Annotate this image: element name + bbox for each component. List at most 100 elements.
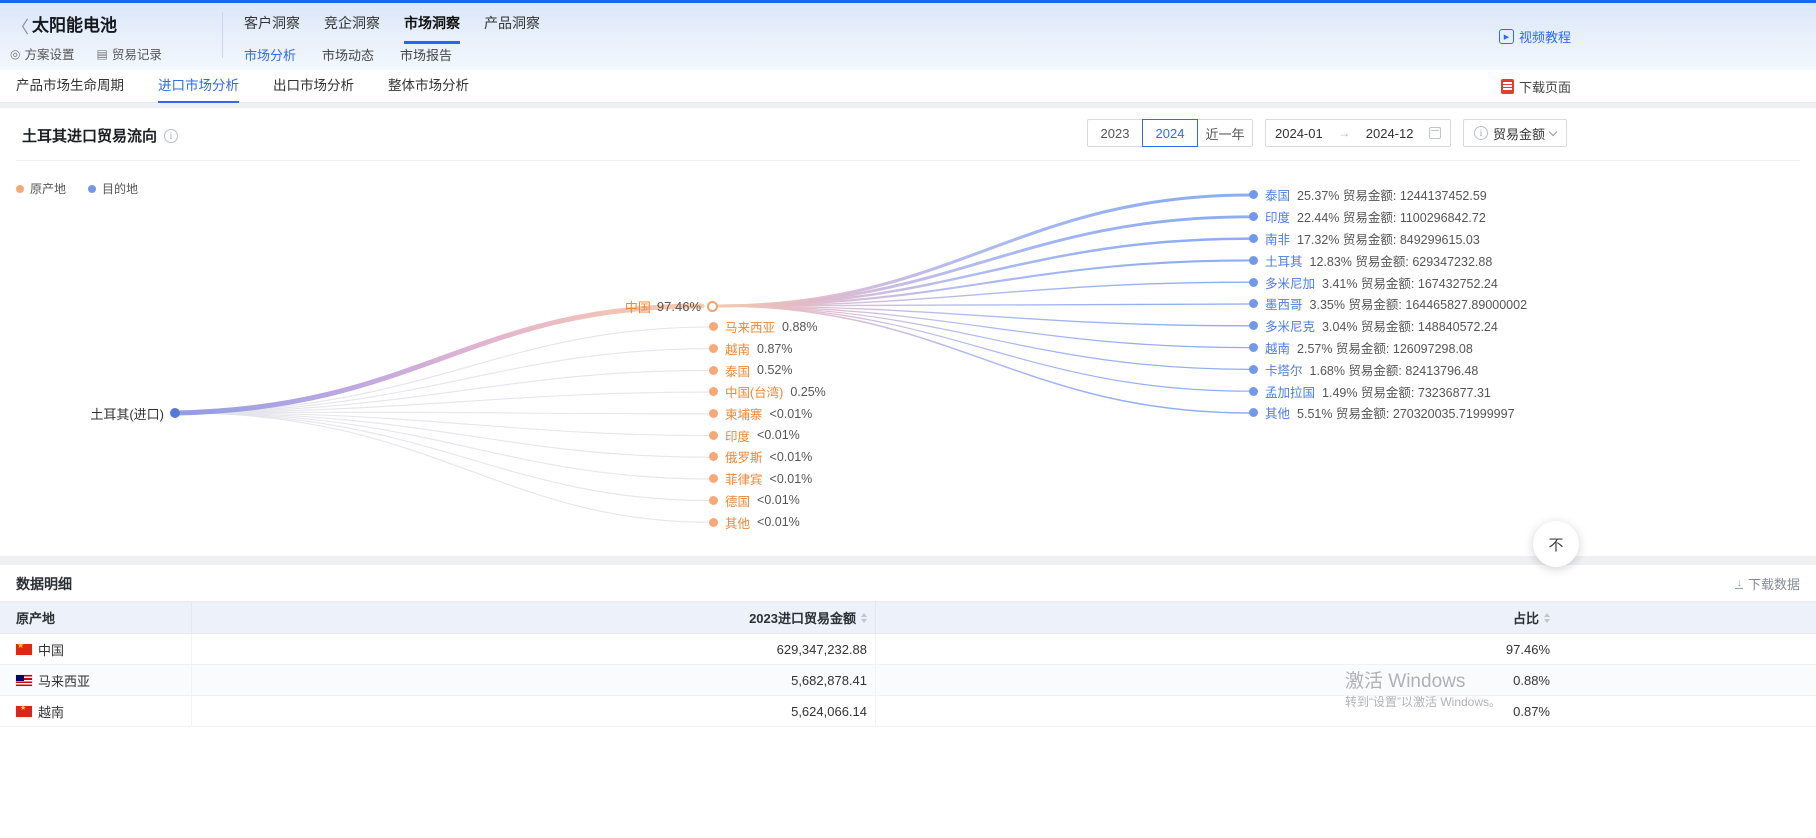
nav-product-lifecycle[interactable]: 产品市场生命周期 (16, 70, 124, 103)
destination-node-dot (1249, 299, 1258, 308)
origin-node-percent: 0.25% (790, 385, 825, 399)
hub-node-percent: 97.46% (657, 299, 701, 314)
table-row: 中国 629,347,232.88 97.46% (0, 634, 1816, 665)
destination-node-dot (1249, 365, 1258, 374)
origin-node-percent: 0.87% (757, 342, 792, 356)
origin-node[interactable]: 其他 <0.01% (709, 511, 826, 533)
table-header-row: 原产地 2023进口贸易金额 占比 (0, 601, 1816, 634)
row-origin-name: 越南 (38, 702, 64, 721)
download-page-link[interactable]: 下载页面 (1501, 77, 1571, 96)
hub-node[interactable]: 中国 97.46% (560, 295, 718, 317)
floating-widget-button[interactable]: 不 (1533, 521, 1579, 567)
origin-node-label: 其他 (725, 513, 750, 532)
destination-node-dot (1249, 234, 1258, 243)
destination-node[interactable]: 多米尼克 3.04% 贸易金额: 148840572.24 (1249, 315, 1527, 337)
origin-node[interactable]: 德国 <0.01% (709, 490, 826, 512)
destination-node[interactable]: 墨西哥 3.35% 贸易金额: 164465827.89000002 (1249, 293, 1527, 315)
subtab-market-analysis[interactable]: 市场分析 (244, 45, 296, 64)
origin-node-dot (709, 452, 718, 461)
destination-node-detail: 2.57% 贸易金额: 126097298.08 (1297, 338, 1473, 357)
destination-node-detail: 3.35% 贸易金额: 164465827.89000002 (1310, 294, 1528, 313)
destination-node-dot (1249, 408, 1258, 417)
flow-curves (0, 108, 1816, 556)
destination-node-dot (1249, 190, 1258, 199)
origin-node-percent: 0.52% (757, 363, 792, 377)
destination-node-dot (1249, 278, 1258, 287)
tab-market-insight[interactable]: 市场洞察 (404, 13, 460, 44)
column-header-amount[interactable]: 2023进口贸易金额 (192, 602, 876, 633)
download-data-link[interactable]: ↓ 下载数据 (1735, 574, 1800, 593)
origin-node[interactable]: 马来西亚 0.88% (709, 316, 826, 338)
origin-node[interactable]: 柬埔寨 <0.01% (709, 403, 826, 425)
origin-node[interactable]: 中国(台湾) 0.25% (709, 381, 826, 403)
malaysia-flag-icon (16, 675, 32, 686)
destination-node-label: 印度 (1265, 207, 1290, 226)
origin-node-label: 俄罗斯 (725, 447, 763, 466)
origin-node[interactable]: 菲律宾 <0.01% (709, 468, 826, 490)
plan-settings-label: 方案设置 (24, 44, 74, 63)
nav-import-analysis[interactable]: 进口市场分析 (158, 70, 239, 103)
trade-records-link[interactable]: ▤ 贸易记录 (97, 44, 162, 63)
data-detail-card: 数据明细 ↓ 下载数据 原产地 2023进口贸易金额 占比 中国 629,347… (0, 565, 1816, 838)
destination-node[interactable]: 越南 2.57% 贸易金额: 126097298.08 (1249, 337, 1527, 359)
origin-node-percent: <0.01% (757, 428, 800, 442)
origin-node[interactable]: 泰国 0.52% (709, 359, 826, 381)
sort-icon[interactable] (1544, 613, 1550, 623)
year-2024-button[interactable]: 2024 (1142, 119, 1198, 147)
subtab-market-dynamics[interactable]: 市场动态 (322, 45, 374, 64)
plan-settings-link[interactable]: ◎ 方案设置 (10, 44, 75, 63)
origin-node-label: 越南 (725, 339, 750, 358)
destination-node-list: 泰国 25.37% 贸易金额: 1244137452.59 印度 22.44% … (1249, 184, 1527, 424)
destination-node[interactable]: 多米尼加 3.41% 贸易金额: 167432752.24 (1249, 271, 1527, 293)
source-node[interactable]: 土耳其(进口) (40, 402, 180, 424)
tab-competitor-insight[interactable]: 竞企洞察 (324, 13, 380, 44)
top-accent-line (0, 0, 1816, 3)
subtab-market-report[interactable]: 市场报告 (400, 45, 452, 64)
destination-node[interactable]: 卡塔尔 1.68% 贸易金额: 82413796.48 (1249, 358, 1527, 380)
origin-node[interactable]: 俄罗斯 <0.01% (709, 446, 826, 468)
origin-node-percent: 0.88% (782, 320, 817, 334)
row-origin-name: 中国 (38, 640, 64, 659)
destination-node[interactable]: 孟加拉国 1.49% 贸易金额: 73236877.31 (1249, 380, 1527, 402)
destination-node-label: 多米尼加 (1265, 273, 1315, 292)
video-tutorial-link[interactable]: ▶ 视频教程 (1499, 27, 1571, 46)
column-header-share[interactable]: 占比 (876, 602, 1816, 633)
origin-node-percent: <0.01% (770, 450, 813, 464)
top-header-bar: 〈 太阳能电池 ◎ 方案设置 ▤ 贸易记录 客户洞察 竞企洞察 市场洞察 产品洞… (0, 0, 1816, 70)
destination-node[interactable]: 印度 22.44% 贸易金额: 1100296842.72 (1249, 206, 1527, 228)
destination-node[interactable]: 其他 5.51% 贸易金额: 270320035.71999997 (1249, 402, 1527, 424)
row-amount: 5,624,066.14 (192, 696, 876, 726)
origin-node-list: 马来西亚 0.88% 越南 0.87% 泰国 0.52% 中国(台湾) 0.25… (709, 316, 826, 533)
origin-node[interactable]: 越南 0.87% (709, 338, 826, 360)
destination-node-dot (1249, 256, 1258, 265)
tab-product-insight[interactable]: 产品洞察 (484, 13, 540, 44)
destination-node-detail: 3.41% 贸易金额: 167432752.24 (1322, 273, 1498, 292)
destination-node-dot (1249, 387, 1258, 396)
origin-node-percent: <0.01% (757, 493, 800, 507)
sort-icon[interactable] (861, 613, 867, 623)
nav-overall-analysis[interactable]: 整体市场分析 (388, 70, 469, 103)
trade-records-label: 贸易记录 (112, 44, 162, 63)
origin-node-percent: <0.01% (770, 407, 813, 421)
back-chevron-icon[interactable]: 〈 (12, 13, 29, 38)
download-data-label: 下载数据 (1748, 574, 1800, 593)
origin-node-dot (709, 431, 718, 440)
destination-node-label: 越南 (1265, 338, 1290, 357)
destination-node[interactable]: 泰国 25.37% 贸易金额: 1244137452.59 (1249, 184, 1527, 206)
table-section-title: 数据明细 (16, 574, 72, 594)
destination-node-label: 孟加拉国 (1265, 382, 1315, 401)
origin-node-percent: <0.01% (770, 472, 813, 486)
china-flag-icon (16, 644, 32, 655)
destination-node-detail: 1.68% 贸易金额: 82413796.48 (1310, 360, 1479, 379)
destination-node[interactable]: 土耳其 12.83% 贸易金额: 629347232.88 (1249, 249, 1527, 271)
vietnam-flag-icon (16, 706, 32, 717)
windows-activation-watermark: 激活 Windows (1345, 666, 1465, 693)
origin-node-dot (709, 387, 718, 396)
destination-node[interactable]: 南非 17.32% 贸易金额: 849299615.03 (1249, 228, 1527, 250)
nav-export-analysis[interactable]: 出口市场分析 (273, 70, 354, 103)
video-tutorial-label: 视频教程 (1519, 27, 1571, 46)
destination-node-label: 南非 (1265, 229, 1290, 248)
tab-customer-insight[interactable]: 客户洞察 (244, 13, 300, 44)
origin-node[interactable]: 印度 <0.01% (709, 424, 826, 446)
row-amount: 5,682,878.41 (192, 665, 876, 695)
